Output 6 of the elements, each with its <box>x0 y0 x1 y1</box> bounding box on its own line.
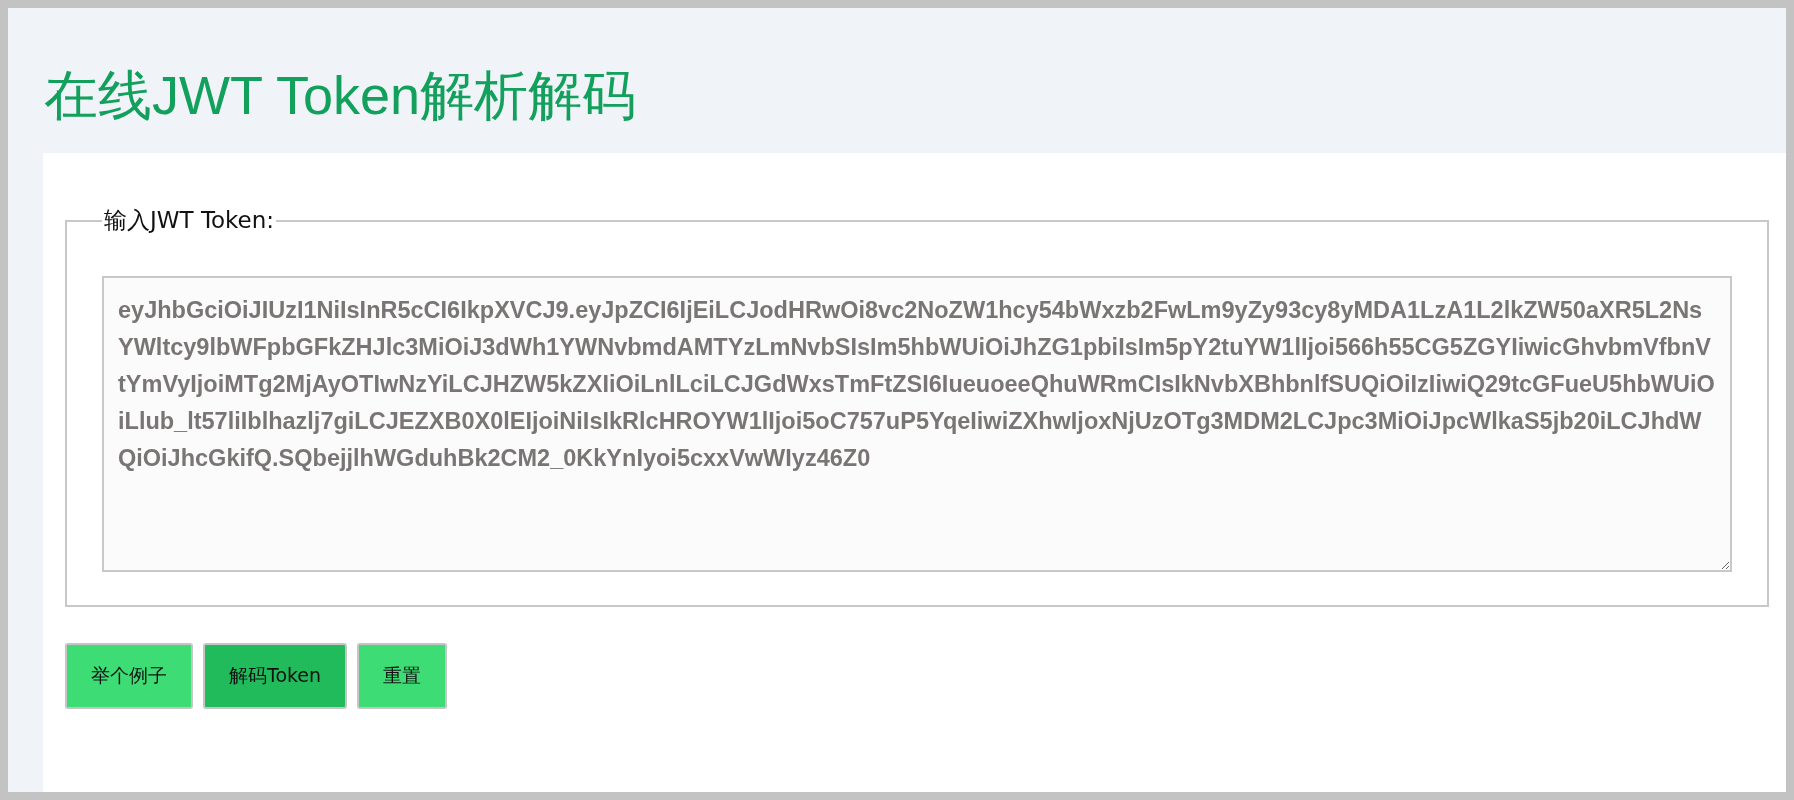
page-title: 在线JWT Token解析解码 <box>43 64 638 127</box>
action-button[interactable]: 举个例子 <box>65 643 193 709</box>
fieldset-legend: 输入JWT Token: <box>102 205 277 236</box>
action-button[interactable]: 重置 <box>357 643 448 709</box>
token-input-field[interactable]: eyJhbGciOiJIUzI1NiIsInR5cCI6IkpXVCJ9.eyJpZCI6IjEiLCJodHRwOi8vc2NoZW1hcy54bWxzb2FwLm9yZy93cy8yMDA1LzA1L2lkZW50aXR5L2NsYWltcy9lbWFpbGFkZHJlc3MiOiJ3dWh1YWNvbmdAMTYzLmNvbSIsIm5hbWUiOiJhZG1pbiIsIm5pY2tuYW1lIjoi566h55CG5ZGYIiwicGhvbmVfbnVtYmVyIjoiMTg2MjAyOTIwNzYiLCJHZW5kZXIiOiLnlLciLCJGdWxsTmFtZSI6IueuoeeQhuWRmCIsIkNvbXBhbnlfSUQiOiIzIiwiQ29tcGFueU5hbWUiOiLlub_lt57liIblhazlj7giLCJEZXB0X0lEIjoiNiIsIkRlcHROYW1lIjoi5oC757uP5YqeIiwiZXhwIjoxNjUzOTg3MDM2LCJpc3MiOiJpcWlkaS5jb20iLCJhdWQiOiJhcGkifQ.SQbejjlhWGduhBk2CM2_0KkYnIyoi5cxxVwWIyz46Z0 <box>102 276 1732 572</box>
action-button[interactable]: 解码Token <box>203 643 348 709</box>
